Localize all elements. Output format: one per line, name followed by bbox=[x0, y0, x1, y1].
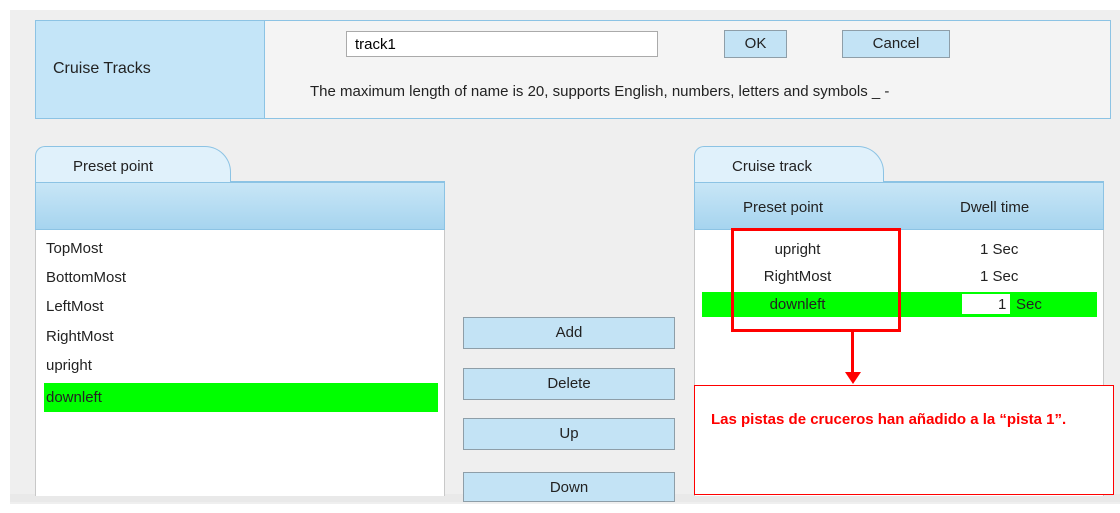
annotation-note-box: Las pistas de cruceros han añadido a la … bbox=[694, 385, 1114, 495]
column-header-preset-point: Preset point bbox=[743, 199, 824, 216]
annotation-arrow-line bbox=[851, 332, 854, 374]
annotation-note-text: Las pistas de cruceros han añadido a la … bbox=[711, 411, 1067, 428]
preset-point-header-band bbox=[35, 182, 445, 230]
cruise-tracks-box: Cruise Tracks OK Cancel The maximum leng… bbox=[35, 20, 1111, 119]
tab-cruise-track-label: Cruise track bbox=[732, 158, 813, 175]
tab-preset-point[interactable]: Preset point bbox=[35, 146, 231, 182]
track-name-input[interactable] bbox=[346, 31, 658, 57]
cruise-track-table-header: Preset point Dwell time bbox=[694, 182, 1104, 230]
cruise-tracks-label: Cruise Tracks bbox=[53, 60, 151, 77]
add-button[interactable]: Add bbox=[463, 317, 675, 349]
cruise-tracks-label-cell: Cruise Tracks bbox=[36, 21, 265, 118]
tab-preset-point-label: Preset point bbox=[73, 158, 154, 175]
down-button[interactable]: Down bbox=[463, 472, 675, 502]
preset-list-item[interactable]: RightMost bbox=[46, 328, 114, 345]
track-row-dwell: 1 Sec bbox=[980, 241, 1019, 258]
track-row-dwell: 1 Sec bbox=[980, 268, 1019, 285]
preset-list-item[interactable]: TopMost bbox=[46, 240, 103, 257]
dwell-time-unit: Sec bbox=[1016, 296, 1042, 313]
column-header-dwell-time: Dwell time bbox=[960, 199, 1030, 216]
preset-list-item[interactable]: LeftMost bbox=[46, 298, 104, 315]
preset-point-panel: Preset point TopMost BottomMost LeftMost… bbox=[35, 146, 445, 496]
preset-list-item[interactable]: BottomMost bbox=[46, 269, 126, 286]
ok-button[interactable]: OK bbox=[724, 30, 787, 58]
annotation-arrow-head bbox=[845, 372, 861, 384]
cancel-button[interactable]: Cancel bbox=[842, 30, 950, 58]
delete-button[interactable]: Delete bbox=[463, 368, 675, 400]
tab-cruise-track[interactable]: Cruise track bbox=[694, 146, 884, 182]
preset-list-item-selected[interactable]: downleft bbox=[44, 383, 438, 412]
name-length-hint: The maximum length of name is 20, suppor… bbox=[310, 83, 890, 100]
dwell-time-value: 1 bbox=[998, 296, 1007, 313]
up-button[interactable]: Up bbox=[463, 418, 675, 450]
preset-point-list[interactable]: TopMost BottomMost LeftMost RightMost up… bbox=[35, 230, 445, 496]
preset-list-item[interactable]: upright bbox=[46, 357, 92, 374]
annotation-highlight-box bbox=[731, 228, 901, 332]
